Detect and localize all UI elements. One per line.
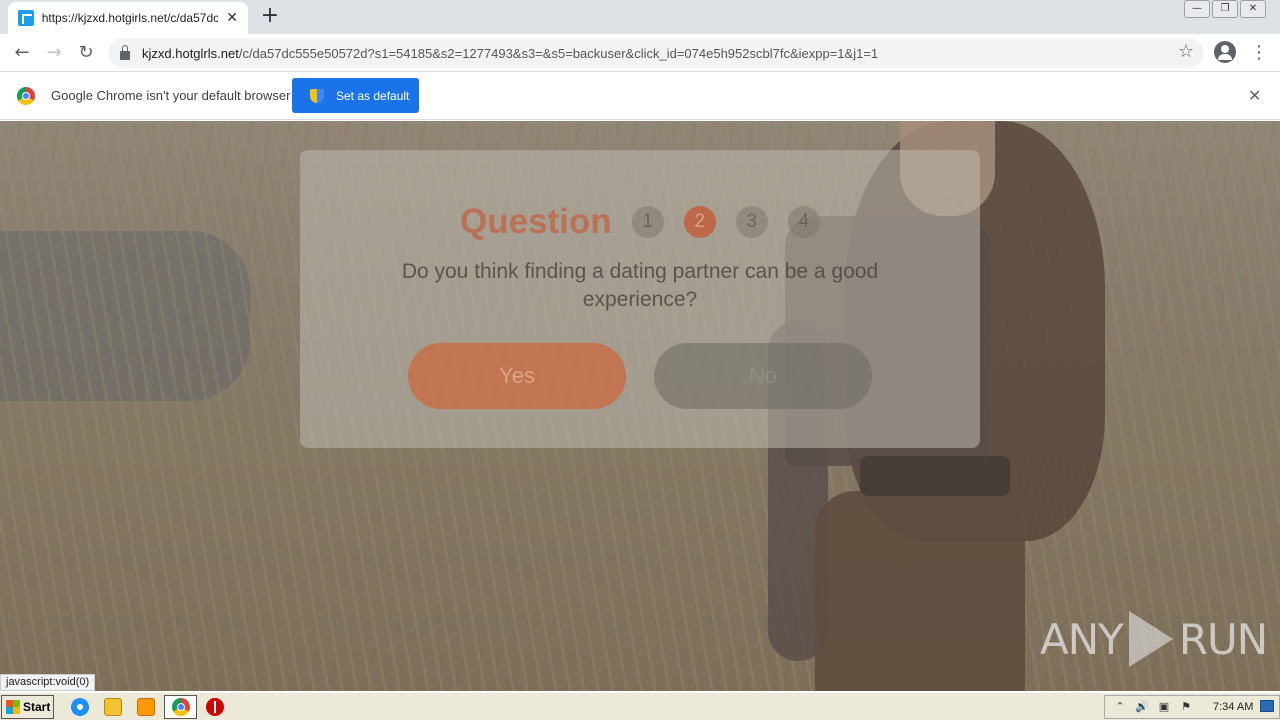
windows-logo-icon <box>6 700 20 714</box>
browser-tab[interactable]: https://kjzxd.hotgirls.net/c/da57dc5 ✕ <box>8 2 248 34</box>
start-button[interactable]: Start <box>1 695 54 719</box>
no-button[interactable]: No <box>654 343 872 409</box>
bookmark-star-icon[interactable]: ☆ <box>1178 41 1194 62</box>
new-tab-button[interactable]: + <box>258 4 282 28</box>
watermark-right: RUN <box>1178 614 1268 664</box>
lock-icon[interactable] <box>120 44 130 60</box>
question-heading: Question <box>460 202 612 241</box>
stop-icon[interactable] <box>206 698 224 716</box>
reload-button[interactable]: ↻ <box>74 41 98 65</box>
volume-icon[interactable]: 🔊 <box>1135 700 1149 714</box>
watermark-left: ANY <box>1040 614 1124 664</box>
tab-strip: https://kjzxd.hotgirls.net/c/da57dc5 ✕ +… <box>0 0 1280 34</box>
site-favicon-icon <box>18 10 34 26</box>
action-center-flag-icon[interactable]: ⚑ <box>1179 700 1193 714</box>
network-icon[interactable]: ▣ <box>1157 700 1171 714</box>
address-bar[interactable]: kjzxd.hotglrls.net/c/da57dc555e50572d?s1… <box>108 38 1204 68</box>
taskbar: Start ⌃ 🔊 ▣ ⚑ 7:34 AM <box>0 692 1280 720</box>
yes-button[interactable]: Yes <box>408 343 626 409</box>
show-desktop-icon[interactable] <box>1260 700 1274 712</box>
step-indicator-4: 4 <box>787 206 820 238</box>
url-host: kjzxd.hotglrls.net <box>142 45 239 61</box>
status-bubble: javascript:void(0) <box>0 674 96 691</box>
step-indicator-1: 1 <box>631 206 664 238</box>
anyrun-watermark: ANY RUN <box>1040 611 1268 667</box>
chrome-logo-icon <box>17 87 35 105</box>
system-tray: ⌃ 🔊 ▣ ⚑ 7:34 AM <box>1104 695 1280 719</box>
close-window-button[interactable]: ✕ <box>1240 0 1266 18</box>
forward-button[interactable]: → <box>42 41 66 65</box>
question-text: Do you think finding a dating partner ca… <box>401 260 879 311</box>
start-label: Start <box>23 700 51 714</box>
internet-explorer-icon[interactable] <box>71 698 89 716</box>
tray-expand-icon[interactable]: ⌃ <box>1113 700 1127 714</box>
url-text[interactable]: kjzxd.hotglrls.net/c/da57dc555e50572d?s1… <box>142 46 878 61</box>
profile-avatar-icon[interactable] <box>1214 41 1236 63</box>
taskbar-chrome-button[interactable] <box>164 695 197 719</box>
browser-toolbar: ← → ↻ kjzxd.hotglrls.net/c/da57dc555e505… <box>0 34 1280 72</box>
chrome-menu-icon[interactable]: ⋮ <box>1250 41 1268 65</box>
tab-close-icon[interactable]: ✕ <box>226 10 238 26</box>
set-as-default-button[interactable]: Set as default <box>292 78 419 113</box>
file-explorer-icon[interactable] <box>104 698 122 716</box>
play-icon <box>1128 611 1173 667</box>
tab-title: https://kjzxd.hotgirls.net/c/da57dc5 <box>41 11 219 25</box>
window-controls: — ❐ ✕ <box>1182 0 1266 20</box>
infobar-message: Google Chrome isn't your default browser <box>51 88 291 103</box>
quiz-card: Question 1 2 3 4 Do you think finding a … <box>300 150 980 448</box>
page-viewport: Question 1 2 3 4 Do you think finding a … <box>0 121 1280 691</box>
uac-shield-icon <box>310 88 324 103</box>
url-path: /c/da57dc555e50572d?s1=54185&s2=1277493&… <box>238 45 879 61</box>
set-as-default-label: Set as default <box>336 88 410 103</box>
taskbar-clock[interactable]: 7:34 AM <box>1213 701 1253 713</box>
back-button[interactable]: ← <box>10 41 34 65</box>
media-player-icon[interactable] <box>137 698 155 716</box>
infobar-close-icon[interactable]: ✕ <box>1248 86 1261 105</box>
quiz-header: Question 1 2 3 4 <box>460 202 820 242</box>
step-indicator-3: 3 <box>735 206 768 238</box>
step-indicator-2: 2 <box>683 206 716 238</box>
default-browser-infobar: Google Chrome isn't your default browser… <box>0 72 1280 120</box>
minimize-button[interactable]: — <box>1184 0 1210 18</box>
restore-button[interactable]: ❐ <box>1212 0 1238 18</box>
chrome-taskbar-icon <box>172 698 190 716</box>
